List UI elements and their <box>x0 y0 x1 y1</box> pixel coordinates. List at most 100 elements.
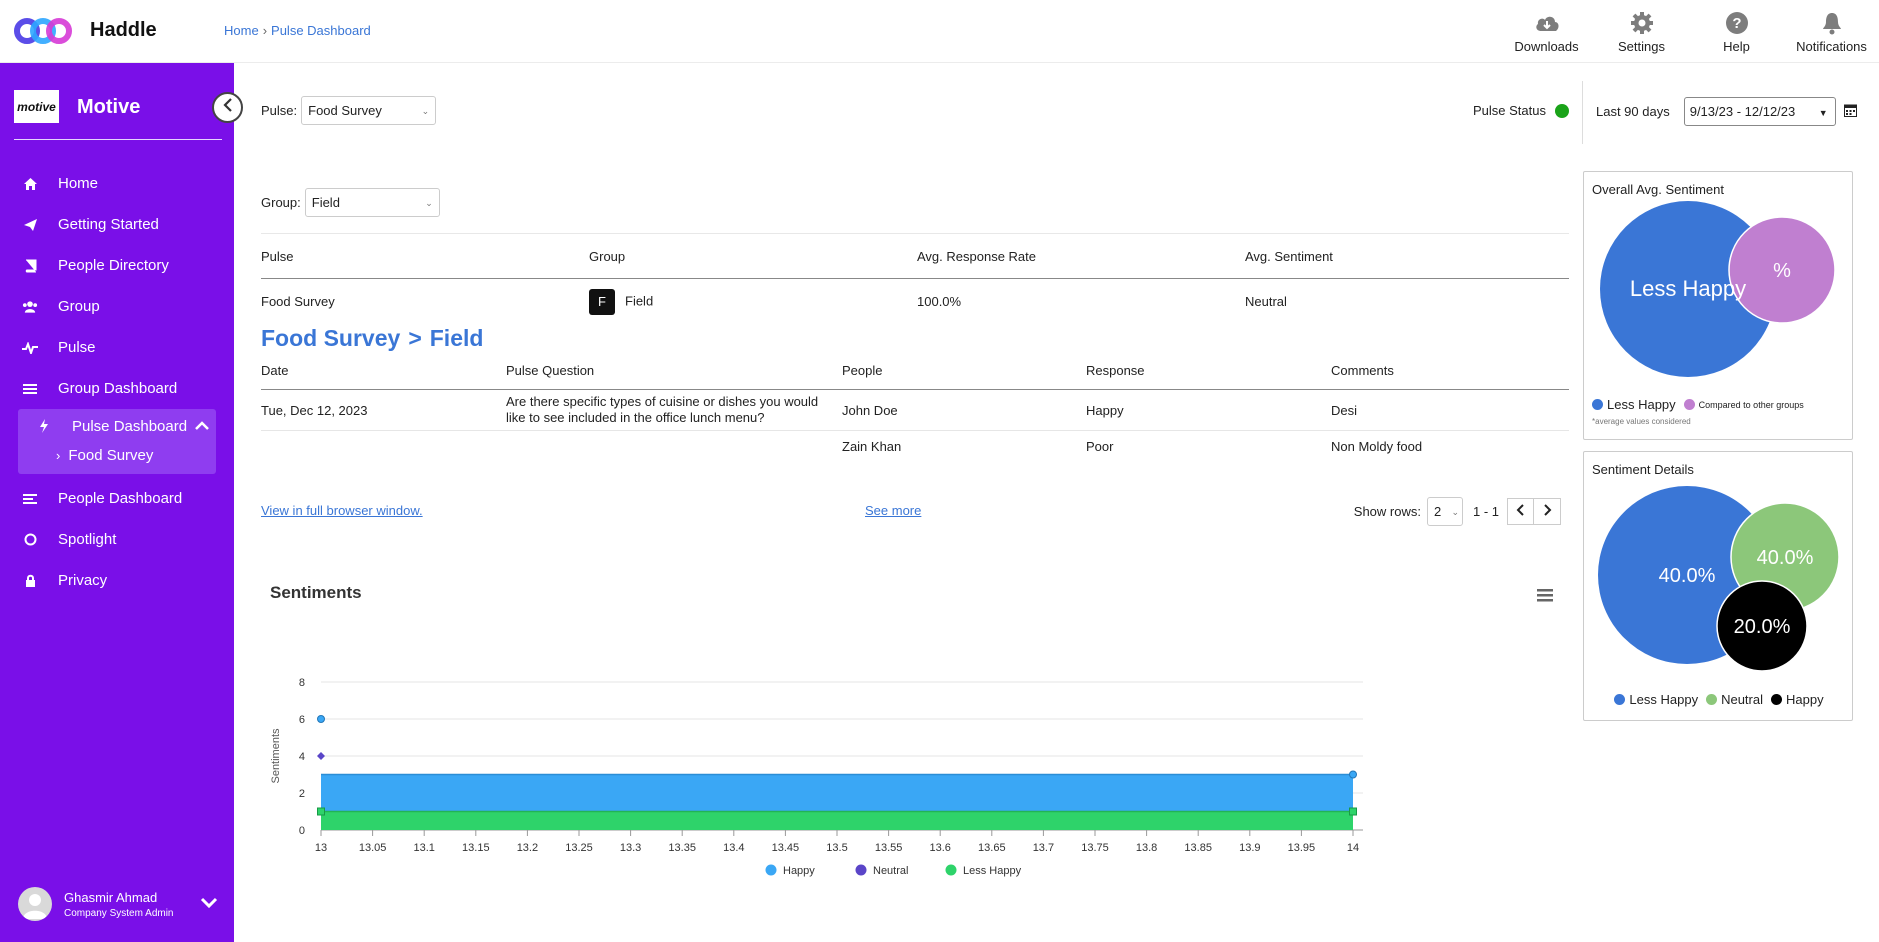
breadcrumb-separator: › <box>262 23 268 38</box>
downloads-button[interactable]: Downloads <box>1499 0 1594 63</box>
group-name: Field <box>625 292 654 308</box>
svg-text:?: ? <box>1732 15 1741 32</box>
column-header: Avg. Response Rate <box>917 248 1036 264</box>
drilldown-pulse[interactable]: Food Survey <box>261 325 400 351</box>
group-select[interactable]: Field ⌄ <box>304 188 440 217</box>
chevron-up-icon[interactable] <box>194 418 210 435</box>
x-tick-label: 13.05 <box>359 842 387 854</box>
sidebar-item-pulse-dashboard[interactable]: Pulse Dashboard <box>18 410 216 442</box>
pulse-status: Pulse Status <box>1473 103 1569 118</box>
y-tick-label: 8 <box>299 677 305 689</box>
response-cell: Happy <box>1086 402 1124 418</box>
caret-down-icon: ▼ <box>1818 108 1828 118</box>
response-cell: Poor <box>1086 439 1114 454</box>
comment-cell: Non Moldy food <box>1331 439 1423 454</box>
legend-dot <box>1614 694 1626 705</box>
chevron-right-icon: › <box>56 447 61 463</box>
help-button[interactable]: ? Help <box>1689 0 1784 63</box>
chevron-down-icon[interactable] <box>200 896 218 914</box>
circle-icon <box>22 532 38 548</box>
legend-item-less-happy[interactable]: Less Happy <box>945 864 1022 878</box>
lock-icon <box>22 573 38 589</box>
calendar-icon[interactable] <box>1843 103 1857 120</box>
compare-bubble-label: % <box>1773 260 1791 282</box>
group-filter: Group: Field ⌄ <box>261 188 440 217</box>
org-logo: motive <box>14 90 59 123</box>
users-icon <box>22 299 38 315</box>
notifications-button[interactable]: Notifications <box>1784 0 1879 63</box>
sidebar-item-label: Pulse Dashboard <box>72 417 188 435</box>
pulse-select[interactable]: Food Survey ⌄ <box>301 96 437 125</box>
legend-item-less-happy[interactable]: Less Happy <box>1592 397 1676 412</box>
help-label: Help <box>1723 39 1750 54</box>
breadcrumb-home[interactable]: Home <box>224 23 259 38</box>
sidebar-item-pulse[interactable]: Pulse <box>0 327 234 368</box>
legend-item-neutral[interactable]: Neutral <box>855 864 909 878</box>
drilldown-title: Food Survey > Field <box>261 325 483 352</box>
less-happy-point <box>1349 807 1357 816</box>
sidebar-item-people-dashboard[interactable]: People Dashboard <box>0 478 234 519</box>
settings-button[interactable]: Settings <box>1594 0 1689 63</box>
neutral-bubble-value: 40.0% <box>1757 547 1814 569</box>
sentiment-cell: Neutral <box>1245 294 1287 309</box>
breadcrumb-current[interactable]: Pulse Dashboard <box>271 23 371 38</box>
table-row[interactable]: Tue, Dec 12, 2023 Are there specific typ… <box>261 390 1569 431</box>
bell-icon <box>1819 11 1845 35</box>
date-range-select[interactable]: 9/13/23 - 12/12/23 ▼ <box>1683 97 1836 126</box>
sidebar-subitem-label: Food Survey <box>68 446 154 464</box>
sidebar-subitem-food-survey[interactable]: › Food Survey <box>18 442 216 468</box>
group-filter-label: Group: <box>261 195 301 210</box>
sidebar-item-label: Spotlight <box>58 531 117 548</box>
legend-label: Neutral <box>1721 692 1763 707</box>
sidebar-item-label: Privacy <box>58 572 108 589</box>
legend-item-happy[interactable]: Happy <box>1771 692 1824 707</box>
series-less-happy-area <box>321 811 1353 830</box>
book-icon <box>22 258 38 274</box>
sidebar-item-home[interactable]: Home <box>0 163 234 204</box>
response-rate-cell: 100.0% <box>917 294 962 309</box>
sidebar-item-group[interactable]: Group <box>0 286 234 327</box>
legend-dot <box>1683 399 1695 410</box>
table-row[interactable]: Food Survey F Field 100.0% Neutral <box>261 279 1569 324</box>
chevron-right-icon <box>1543 503 1552 520</box>
see-more-link[interactable]: See more <box>865 503 921 518</box>
person-cell: John Doe <box>842 402 898 418</box>
sidebar-item-spotlight[interactable]: Spotlight <box>0 519 234 560</box>
column-header: Pulse Question <box>506 362 595 378</box>
view-full-window-link[interactable]: View in full browser window. <box>261 503 423 518</box>
sidebar-item-label: People Directory <box>58 257 169 274</box>
responses-table-header: Date Pulse Question People Response Comm… <box>261 351 1569 390</box>
details-bubble-chart: 40.0% 40.0% 20.0% <box>1598 486 1840 672</box>
sidebar-item-label: Pulse <box>58 339 96 356</box>
org-name: Motive <box>77 96 141 118</box>
x-tick-label: 13.5 <box>826 842 847 854</box>
table-row[interactable]: Zain Khan Poor Non Moldy food <box>261 431 1569 462</box>
legend-item-happy[interactable]: Happy <box>765 864 816 878</box>
haddle-logo[interactable] <box>14 14 72 48</box>
legend-item-compared[interactable]: Compared to other groups <box>1683 399 1804 410</box>
pagination: Show rows: 2 ⌄ 1 - 1 <box>1354 497 1561 526</box>
legend-label: Happy <box>1786 692 1824 707</box>
sidebar-collapse-button[interactable] <box>212 92 243 123</box>
comment-cell: Desi <box>1331 402 1358 418</box>
legend-item-less-happy[interactable]: Less Happy <box>1614 692 1698 707</box>
prev-page-button[interactable] <box>1507 498 1534 525</box>
responses-table: Date Pulse Question People Response Comm… <box>261 351 1569 462</box>
drilldown-separator: > <box>408 325 422 351</box>
sidebar-item-privacy[interactable]: Privacy <box>0 560 234 601</box>
rows-per-page-select[interactable]: 2 ⌄ <box>1426 497 1463 526</box>
home-icon <box>22 176 38 192</box>
header-divider <box>1582 81 1583 144</box>
next-page-button[interactable] <box>1534 498 1561 525</box>
sidebar-item-getting-started[interactable]: Getting Started <box>0 204 234 245</box>
paper-plane-icon <box>22 217 38 233</box>
sidebar-item-group-dashboard[interactable]: Group Dashboard <box>0 368 234 409</box>
user-menu[interactable]: Ghasmir Ahmad Company System Admin <box>18 884 218 924</box>
group-select-value: Field <box>311 195 340 210</box>
sidebar-item-people-directory[interactable]: People Directory <box>0 245 234 286</box>
neutral-point <box>317 752 325 760</box>
legend-item-neutral[interactable]: Neutral <box>1706 692 1763 707</box>
x-tick-label: 13.95 <box>1288 842 1316 854</box>
user-name: Ghasmir Ahmad <box>64 889 158 905</box>
x-tick-label: 13.55 <box>875 842 903 854</box>
